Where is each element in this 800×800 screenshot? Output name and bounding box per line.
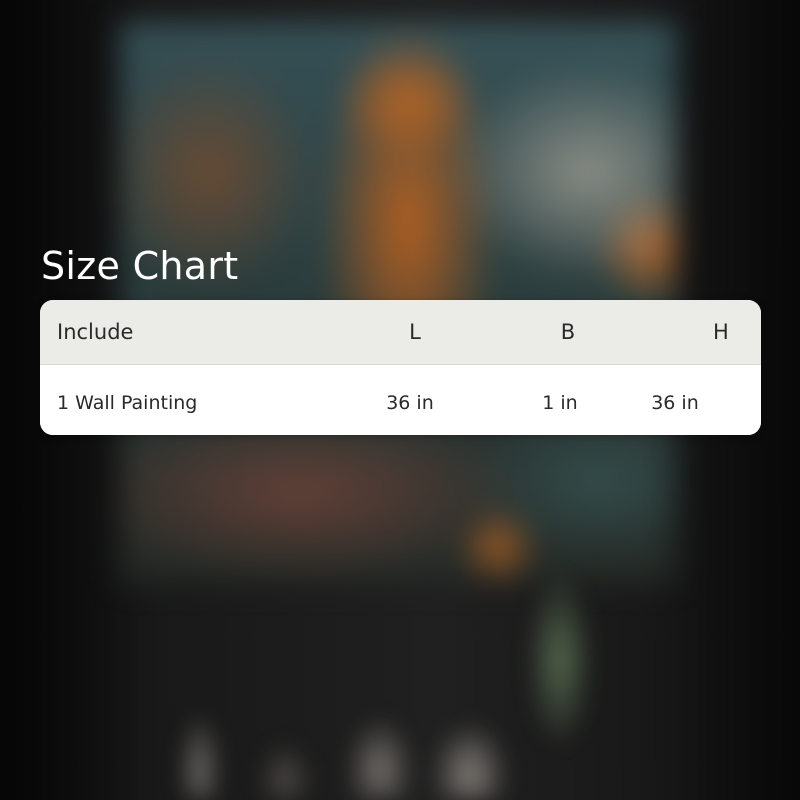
cell-length: 36 in [386,392,434,414]
size-chart-table: Include L B H 1 Wall Painting 36 in 1 in… [40,300,761,435]
header-breadth: B [560,320,576,344]
header-include: Include [57,320,134,344]
table-row: 1 Wall Painting 36 in 1 in 36 in [40,365,761,435]
header-height-label: H [713,320,729,344]
header-length: L [409,320,421,344]
cell-include: 1 Wall Painting [57,392,198,414]
table-header-row: Include L B H [40,300,761,365]
size-chart-title: Size Chart [41,244,239,288]
cell-height: 36 in [651,392,699,414]
header-height: H [637,300,761,364]
